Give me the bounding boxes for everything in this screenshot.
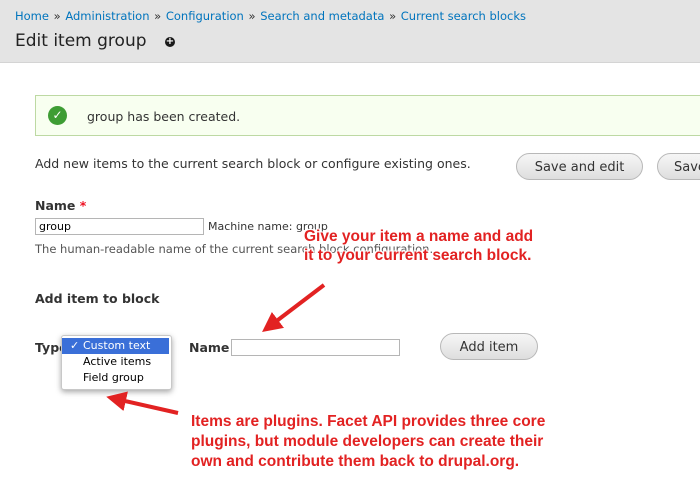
annotation-line: it to your current search block. (304, 247, 532, 264)
annotation-line: Give your item a name and add (304, 228, 534, 245)
arrow-to-type-dropdown (106, 391, 179, 415)
arrow-to-name-field (262, 283, 326, 333)
annotation-line: Items are plugins. Facet API provides th… (191, 413, 546, 430)
annotation-top: Give your item a name and add it to your… (304, 227, 533, 265)
annotation-bottom: Items are plugins. Facet API provides th… (191, 412, 545, 472)
annotation-line: own and contribute them back to drupal.o… (191, 453, 520, 470)
annotation-line: plugins, but module developers can creat… (191, 433, 544, 450)
